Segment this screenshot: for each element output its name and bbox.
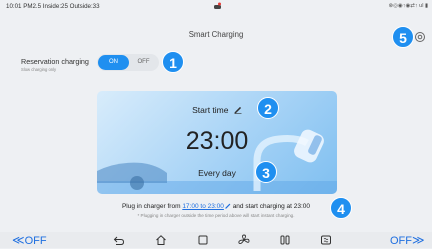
edit-pencil-icon[interactable]: [234, 106, 242, 114]
callout-badge-1: 1: [162, 51, 184, 73]
left-temp-label: OFF: [24, 235, 47, 247]
instant-charging-note: * Plugging in charger outside the time p…: [137, 213, 295, 218]
start-time-value[interactable]: 23:00: [97, 127, 337, 156]
callout-badge-4: 4: [330, 197, 352, 219]
chevron-right-icon: ≫: [412, 233, 425, 247]
toggle-on-option[interactable]: ON: [98, 55, 129, 70]
repeat-label[interactable]: Every day: [97, 168, 337, 178]
time-range-link[interactable]: 17:00 to 23:00: [182, 203, 224, 210]
rear-defrost-icon[interactable]: [320, 234, 332, 246]
status-icons: ⊗◎◉↑◉⇄↑ ul ▮: [388, 3, 428, 9]
recent-apps-icon[interactable]: [197, 234, 209, 246]
start-time-label: Start time: [192, 105, 229, 115]
right-temp-control[interactable]: OFF≫: [390, 232, 425, 248]
reservation-label: Reservation charging: [21, 57, 89, 66]
start-time-label-row[interactable]: Start time: [97, 105, 337, 115]
left-temp-control[interactable]: ≪OFF: [12, 232, 47, 248]
right-temp-label: OFF: [390, 235, 412, 247]
chevron-left-icon: ≪: [12, 233, 25, 247]
plug-in-prefix: Plug in charger from: [121, 203, 183, 210]
home-icon[interactable]: [155, 234, 167, 246]
plug-in-suffix: and start charging at 23:00: [230, 203, 311, 210]
settings-icon[interactable]: [414, 31, 426, 43]
plug-in-info: Plug in charger from 17:00 to 23:00 and …: [0, 203, 432, 210]
bottom-nav-bar: ≪OFF OFF≫: [0, 232, 432, 248]
callout-badge-3: 3: [255, 161, 277, 183]
callout-badge-5: 5: [392, 26, 414, 48]
start-time-card[interactable]: Start time 23:00 Every day: [97, 91, 337, 194]
callout-badge-2: 2: [257, 97, 279, 119]
back-icon[interactable]: [113, 234, 125, 246]
status-text: 10:01 PM2.5 Inside:25 Outside:33: [6, 3, 100, 10]
reservation-sublabel: Slow charging only: [21, 67, 57, 72]
reservation-toggle[interactable]: ON OFF: [97, 54, 159, 71]
status-bar: 10:01 PM2.5 Inside:25 Outside:33 ⊗◎◉↑◉⇄↑…: [0, 0, 432, 13]
seat-heat-icon[interactable]: [279, 234, 291, 246]
toggle-off-option[interactable]: OFF: [129, 55, 158, 70]
fan-icon[interactable]: [238, 234, 250, 246]
page-title: Smart Charging: [188, 30, 244, 39]
car-status-icon: [214, 2, 221, 9]
